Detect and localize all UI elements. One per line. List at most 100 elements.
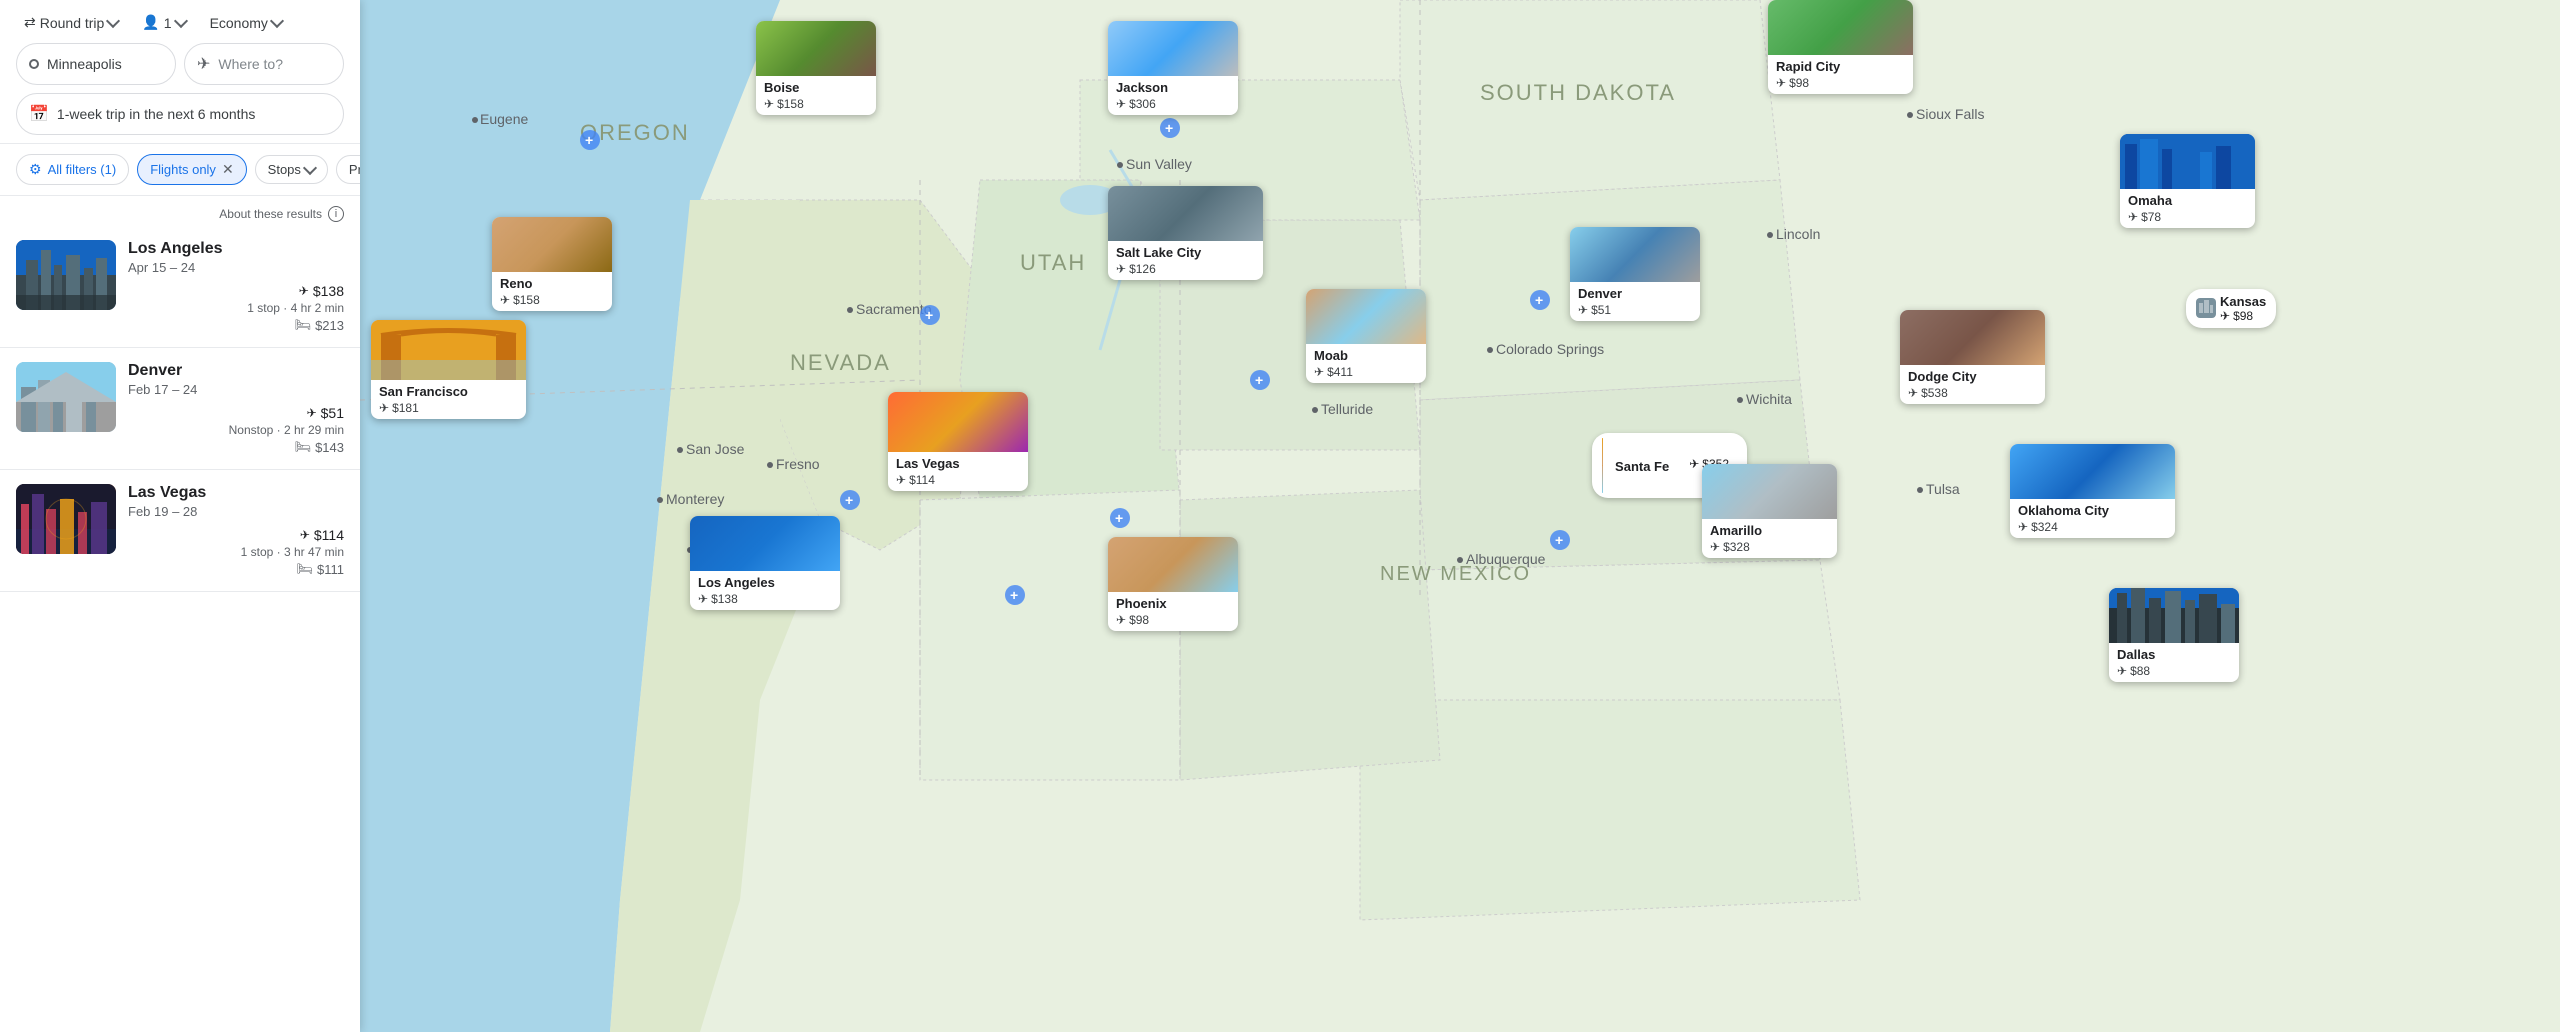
origin-label: Minneapolis [47, 56, 122, 72]
class-chevron [270, 13, 284, 27]
map-pin-dallas[interactable]: Dallas ✈$88 [2109, 588, 2239, 682]
map-pin-rapid-city[interactable]: Rapid City ✈$98 [1768, 0, 1913, 94]
result-flight-details-vegas: 1 stop · 3 hr 47 min [128, 545, 344, 559]
result-info-la: Los Angeles Apr 15 – 24 ✈ $138 1 stop · … [128, 240, 344, 333]
result-city-denver: Denver [128, 362, 344, 380]
destination-input[interactable]: ✈ Where to? [184, 43, 344, 85]
svg-text:SOUTH DAKOTA: SOUTH DAKOTA [1480, 80, 1676, 105]
map-pin-dodge[interactable]: Dodge City ✈$538 [1900, 310, 2045, 404]
result-card-vegas[interactable]: Las Vegas Feb 19 – 28 ✈ $114 1 stop · 3 … [0, 470, 360, 592]
map-pin-denver-map[interactable]: Denver ✈$51 [1570, 227, 1700, 321]
map-pin-moab[interactable]: Moab ✈$411 [1306, 289, 1426, 383]
kansas-label: Kansas [2220, 294, 2266, 309]
pin-img-jackson [1108, 21, 1238, 76]
pin-price-la-map: ✈$138 [690, 592, 840, 610]
pin-label-rapid-city: Rapid City [1768, 55, 1913, 76]
origin-input[interactable]: Minneapolis [16, 43, 176, 85]
map-pin-la-map[interactable]: Los Angeles ✈$138 [690, 516, 840, 610]
map-pin-reno[interactable]: Reno ✈$158 [492, 217, 612, 311]
filters-row: ⚙ All filters (1) Flights only ✕ Stops P… [0, 144, 360, 196]
map-pin-phoenix[interactable]: Phoenix ✈$98 [1108, 537, 1238, 631]
svg-text:+: + [845, 492, 853, 508]
hotel-price-la: $213 [315, 318, 344, 333]
flights-only-filter[interactable]: Flights only ✕ [137, 154, 246, 185]
map-pin-amarillo[interactable]: Amarillo ✈$328 [1702, 464, 1837, 558]
flight-price-la: $138 [313, 283, 344, 299]
svg-text:Lincoln: Lincoln [1776, 226, 1820, 242]
pin-img-phoenix [1108, 537, 1238, 592]
result-dates-denver: Feb 17 – 24 [128, 382, 344, 397]
result-price-row-la: ✈ $138 [128, 283, 344, 299]
map-pin-sf[interactable]: San Francisco ✈$181 [371, 320, 526, 419]
pin-label-dodge: Dodge City [1900, 365, 2045, 386]
svg-text:+: + [1555, 532, 1563, 548]
svg-text:NEVADA: NEVADA [790, 350, 891, 375]
svg-text:+: + [1165, 120, 1173, 136]
results-list: Los Angeles Apr 15 – 24 ✈ $138 1 stop · … [0, 226, 360, 1032]
map-pin-okc[interactable]: Oklahoma City ✈$324 [2010, 444, 2175, 538]
map-pin-omaha[interactable]: Omaha ✈$78 [2120, 134, 2255, 228]
svg-text:Sun Valley: Sun Valley [1126, 156, 1192, 172]
date-range-input[interactable]: 📅 1-week trip in the next 6 months [16, 93, 344, 135]
map-pin-boise[interactable]: Boise ✈$158 [756, 21, 876, 115]
result-thumb-denver [16, 362, 116, 432]
pin-label-dallas: Dallas [2109, 643, 2239, 664]
class-selector[interactable]: Economy [202, 11, 290, 35]
map-pin-salt-lake[interactable]: Salt Lake City ✈$126 [1108, 186, 1263, 280]
pin-price-las-vegas: ✈$114 [888, 473, 1028, 491]
pin-price-reno: ✈$158 [492, 293, 612, 311]
svg-text:+: + [1115, 510, 1123, 526]
pin-img-rapid-city [1768, 0, 1913, 55]
all-filters-button[interactable]: ⚙ All filters (1) [16, 154, 129, 185]
flight-icon-vegas: ✈ [300, 528, 310, 542]
stops-chevron [303, 160, 317, 174]
svg-text:+: + [1255, 372, 1263, 388]
pin-price-boise: ✈$158 [756, 97, 876, 115]
result-flight-price-vegas: ✈ $114 [300, 527, 344, 543]
kansas-city-icon [2196, 298, 2216, 318]
map-pin-kansas[interactable]: Kansas ✈$98 [2186, 289, 2276, 328]
result-flight-details-denver: Nonstop · 2 hr 29 min [128, 423, 344, 437]
pin-price-amarillo: ✈$328 [1702, 540, 1837, 558]
svg-text:Fresno: Fresno [776, 456, 820, 472]
result-price-row-denver: ✈ $51 [128, 405, 344, 421]
arrows-icon: ⇄ [24, 14, 36, 31]
stops-filter[interactable]: Stops [255, 155, 328, 184]
result-price-row-vegas: ✈ $114 [128, 527, 344, 543]
pin-price-okc: ✈$324 [2010, 520, 2175, 538]
passengers-selector[interactable]: 👤 1 [134, 10, 193, 35]
flights-only-label: Flights only [150, 162, 216, 177]
pin-img-sf [371, 320, 526, 380]
destination-label: Where to? [218, 56, 283, 72]
pin-label-okc: Oklahoma City [2010, 499, 2175, 520]
result-card-denver[interactable]: Denver Feb 17 – 24 ✈ $51 Nonstop · 2 hr … [0, 348, 360, 470]
result-info-denver: Denver Feb 17 – 24 ✈ $51 Nonstop · 2 hr … [128, 362, 344, 455]
results-info-icon[interactable]: i [328, 206, 344, 222]
svg-text:San Jose: San Jose [686, 441, 745, 457]
map-pin-jackson[interactable]: Jackson ✈$306 [1108, 21, 1238, 115]
svg-text:UTAH: UTAH [1020, 250, 1086, 275]
result-city-vegas: Las Vegas [128, 484, 344, 502]
flight-price-denver: $51 [321, 405, 344, 421]
svg-text:Sioux Falls: Sioux Falls [1916, 106, 1984, 122]
pin-label-las-vegas: Las Vegas [888, 452, 1028, 473]
person-icon: 👤 [142, 14, 159, 31]
results-header-text: About these results [219, 207, 322, 221]
result-thumb-vegas [16, 484, 116, 554]
trip-type-selector[interactable]: ⇄ Round trip [16, 10, 126, 35]
svg-text:Eugene: Eugene [480, 111, 528, 127]
map-area[interactable]: OREGON NEVADA UTAH SOUTH DAKOTA NEW MEXI… [360, 0, 2560, 1032]
passengers-label: 1 [164, 15, 172, 31]
trip-type-label: Round trip [40, 15, 105, 31]
origin-dot-icon [29, 59, 39, 69]
passengers-chevron [173, 13, 187, 27]
pin-price-sf: ✈$181 [371, 401, 526, 419]
pin-price-jackson: ✈$306 [1108, 97, 1238, 115]
result-card-la[interactable]: Los Angeles Apr 15 – 24 ✈ $138 1 stop · … [0, 226, 360, 348]
flights-only-close-icon[interactable]: ✕ [222, 161, 234, 178]
map-pin-las-vegas[interactable]: Las Vegas ✈$114 [888, 392, 1028, 491]
sliders-icon: ⚙ [29, 161, 42, 178]
pin-label-santa-fe: Santa Fe [1607, 455, 1677, 476]
price-filter[interactable]: Pr [336, 155, 360, 184]
result-city-la: Los Angeles [128, 240, 344, 258]
